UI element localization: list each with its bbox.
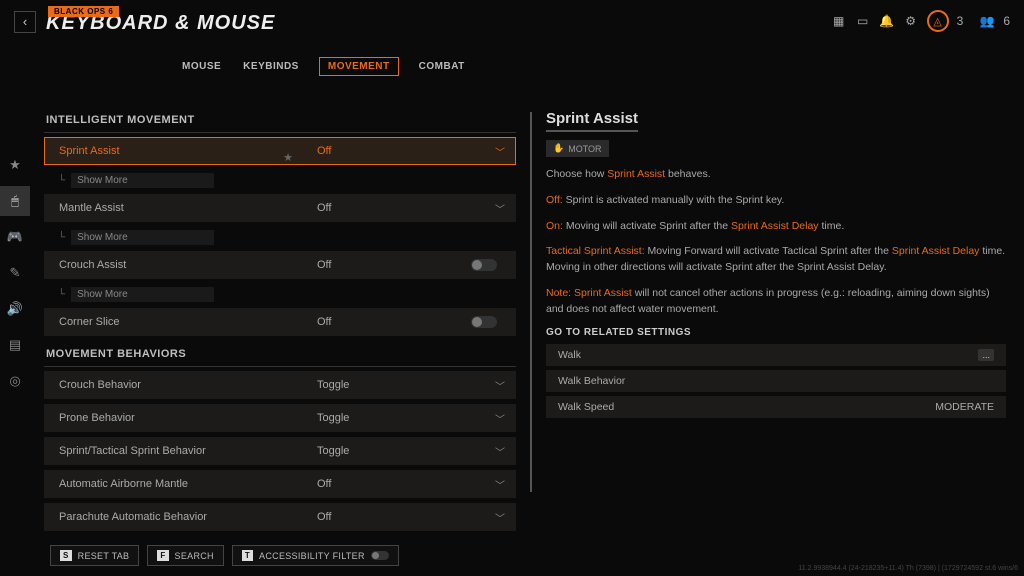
- chevron-down-icon[interactable]: ﹀: [485, 444, 515, 459]
- build-version: 11.2.9938944.4 (24-218235+11.4) Th (7398…: [798, 565, 1018, 572]
- related-walk[interactable]: Walk ...: [546, 344, 1006, 366]
- show-more[interactable]: └Show More: [44, 284, 516, 304]
- related-walk-speed[interactable]: Walk Speed MODERATE: [546, 396, 1006, 418]
- setting-value: Off: [307, 478, 485, 490]
- show-more[interactable]: └Show More: [44, 170, 516, 190]
- setting-value: Off: [307, 202, 485, 214]
- related-settings-title: GO TO RELATED SETTINGS: [546, 327, 1006, 338]
- toggle-switch[interactable]: [471, 259, 497, 271]
- setting-corner-slice[interactable]: Corner Slice Off: [44, 308, 516, 336]
- related-walk-behavior[interactable]: Walk Behavior: [546, 370, 1006, 392]
- party-indicator[interactable]: ◬: [927, 10, 949, 32]
- grid-icon[interactable]: ▦: [831, 13, 847, 29]
- gear-icon[interactable]: ⚙: [903, 13, 919, 29]
- friends-count: 6: [1003, 14, 1010, 28]
- footer-actions: SRESET TAB FSEARCH TACCESSIBILITY FILTER: [50, 545, 399, 566]
- hand-icon: ✋: [553, 143, 564, 154]
- reset-tab-button[interactable]: SRESET TAB: [50, 545, 139, 566]
- setting-crouch-assist[interactable]: Crouch Assist Off: [44, 251, 516, 279]
- divider: [530, 112, 532, 492]
- bell-icon[interactable]: 🔔: [879, 13, 895, 29]
- setting-label: Mantle Assist: [45, 202, 307, 214]
- setting-value: Off: [307, 511, 485, 523]
- category-nav: ★ 🖱 🎮 ✎ 🔊 ▤ ◎: [0, 150, 30, 396]
- setting-sprint-behavior[interactable]: Sprint/Tactical Sprint Behavior Toggle ﹀: [44, 437, 516, 465]
- setting-value: Off: [307, 316, 471, 328]
- setting-airborne-mantle[interactable]: Automatic Airborne Mantle Off ﹀: [44, 470, 516, 498]
- setting-value: Toggle: [307, 412, 485, 424]
- tabs: MOUSE KEYBINDS MOVEMENT COMBAT: [180, 57, 1024, 76]
- section-intelligent-movement: INTELLIGENT MOVEMENT: [44, 110, 516, 133]
- tab-movement[interactable]: MOVEMENT: [319, 57, 399, 76]
- header-right: ▦ ▭ 🔔 ⚙ ◬ 3 👥 6: [831, 10, 1010, 32]
- keybind-badge: ...: [978, 349, 994, 361]
- chevron-down-icon[interactable]: ﹀: [485, 411, 515, 426]
- chevron-down-icon[interactable]: ﹀: [485, 477, 515, 492]
- setting-sprint-assist[interactable]: Sprint Assist ★ Off ﹀: [44, 137, 516, 165]
- chevron-down-icon[interactable]: ﹀: [485, 144, 515, 159]
- nav-star-icon[interactable]: ★: [0, 150, 30, 180]
- tab-combat[interactable]: COMBAT: [417, 57, 467, 76]
- related-label: Walk Speed: [558, 401, 614, 413]
- nav-display-icon[interactable]: ▤: [0, 330, 30, 360]
- game-tag: BLACK OPS 6: [48, 6, 119, 17]
- star-icon: ★: [283, 151, 293, 164]
- related-label: Walk: [558, 349, 581, 361]
- setting-prone-behavior[interactable]: Prone Behavior Toggle ﹀: [44, 404, 516, 432]
- setting-label: Sprint Assist: [59, 145, 120, 157]
- section-movement-behaviors: MOVEMENT BEHAVIORS: [44, 344, 516, 367]
- nav-pencil-icon[interactable]: ✎: [0, 258, 30, 288]
- setting-label: Crouch Behavior: [45, 379, 307, 391]
- search-button[interactable]: FSEARCH: [147, 545, 224, 566]
- setting-value: Off: [307, 145, 485, 157]
- chevron-down-icon[interactable]: ﹀: [485, 510, 515, 525]
- setting-label: Parachute Automatic Behavior: [45, 511, 307, 523]
- related-value: MODERATE: [935, 401, 994, 413]
- nav-controller-icon[interactable]: 🎮: [0, 222, 30, 252]
- accessibility-filter-button[interactable]: TACCESSIBILITY FILTER: [232, 545, 399, 566]
- show-more[interactable]: └Show More: [44, 227, 516, 247]
- tab-keybinds[interactable]: KEYBINDS: [241, 57, 301, 76]
- nav-network-icon[interactable]: ◎: [0, 366, 30, 396]
- toggle-switch[interactable]: [471, 316, 497, 328]
- nav-audio-icon[interactable]: 🔊: [0, 294, 30, 324]
- setting-value: Toggle: [307, 445, 485, 457]
- party-count: 3: [957, 14, 964, 28]
- description-title: Sprint Assist: [546, 110, 638, 132]
- setting-label: Prone Behavior: [45, 412, 307, 424]
- description-body: Choose how Sprint Assist behaves. Off: S…: [546, 167, 1006, 317]
- chevron-down-icon[interactable]: ﹀: [485, 201, 515, 216]
- setting-label: Automatic Airborne Mantle: [45, 478, 307, 490]
- setting-parachute-behavior[interactable]: Parachute Automatic Behavior Off ﹀: [44, 503, 516, 531]
- setting-crouch-behavior[interactable]: Crouch Behavior Toggle ﹀: [44, 371, 516, 399]
- card-icon[interactable]: ▭: [855, 13, 871, 29]
- toggle-switch[interactable]: [371, 551, 389, 560]
- back-button[interactable]: ‹: [14, 11, 36, 33]
- friends-icon[interactable]: 👥: [979, 13, 995, 29]
- setting-label: Crouch Assist: [45, 259, 307, 271]
- setting-value: Toggle: [307, 379, 485, 391]
- related-label: Walk Behavior: [558, 375, 625, 387]
- nav-mouse-icon[interactable]: 🖱: [0, 186, 30, 216]
- chevron-down-icon[interactable]: ﹀: [485, 378, 515, 393]
- setting-mantle-assist[interactable]: Mantle Assist Off ﹀: [44, 194, 516, 222]
- motor-badge: ✋MOTOR: [546, 140, 609, 157]
- setting-label: Corner Slice: [45, 316, 307, 328]
- tab-mouse[interactable]: MOUSE: [180, 57, 223, 76]
- setting-label: Sprint/Tactical Sprint Behavior: [45, 445, 307, 457]
- setting-value: Off: [307, 259, 471, 271]
